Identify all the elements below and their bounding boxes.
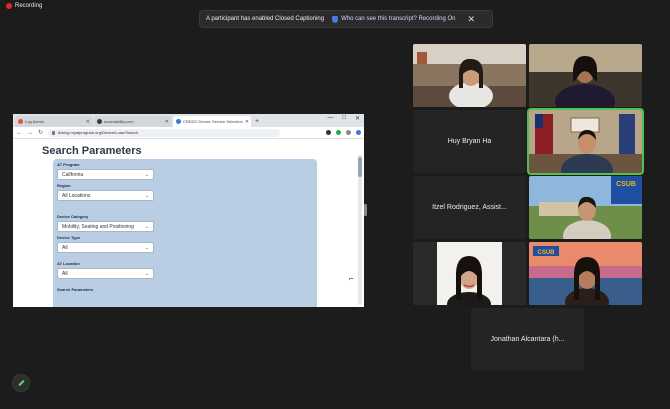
region-select[interactable]: All Locations ⌄ (57, 190, 154, 201)
favicon-icon (176, 119, 181, 124)
transcript-info-label: Who can see this transcript? Recording O… (341, 16, 456, 22)
mouse-cursor-icon: ⌐ (349, 274, 354, 283)
extension-icons (326, 130, 361, 135)
chevron-down-icon: ⌄ (144, 192, 149, 199)
record-dot-icon (6, 3, 12, 9)
recording-label: Recording (15, 3, 43, 9)
closed-caption-banner: A participant has enabled Closed Caption… (199, 10, 493, 28)
participant-video-tile-active-speaker[interactable] (527, 108, 644, 175)
participant-video: CSUB (529, 176, 642, 239)
field-label: Region (57, 183, 71, 188)
participant-name: Itzel Rodriguez, Assist... (432, 204, 507, 211)
recording-indicator[interactable]: Recording (6, 3, 42, 9)
chevron-down-icon: ⌄ (144, 171, 149, 178)
close-tab-icon[interactable]: ✕ (245, 119, 249, 125)
url-text: ticking.myatprogram.org/Device/Loan/Sear… (58, 130, 139, 135)
browser-tab-label: Log Admin (25, 119, 44, 124)
participant-video-tile[interactable] (413, 44, 526, 107)
select-value: Mobility, Seating and Positioning (62, 223, 134, 230)
split-view-handle[interactable] (364, 204, 367, 216)
shared-screen[interactable]: Log Admin ✕ accessibility.com ✕ CREDO De… (13, 114, 364, 307)
lock-icon (52, 130, 56, 135)
select-value: All (62, 270, 68, 277)
select-value: All (62, 244, 68, 251)
meeting-window: Recording A participant has enabled Clos… (0, 0, 670, 409)
close-tab-icon[interactable]: ✕ (165, 119, 169, 125)
window-controls: — □ ✕ (327, 115, 360, 122)
participant-video (413, 242, 526, 305)
participant-name-tile[interactable]: Itzel Rodriguez, Assist... (413, 176, 526, 239)
at-program-select[interactable]: California ⌄ (57, 169, 154, 180)
caption-message: A participant has enabled Closed Caption… (206, 16, 325, 22)
participant-video (413, 44, 526, 107)
transcript-info-link[interactable]: Who can see this transcript? Recording O… (332, 15, 456, 23)
scrollbar-thumb[interactable] (358, 157, 362, 177)
participant-name-tile[interactable]: Jonathan Alcantara (h... (471, 308, 584, 371)
participant-video: CSUB (529, 242, 642, 305)
browser-tab[interactable]: Log Admin ✕ (15, 116, 93, 127)
field-label: Device Category (57, 214, 89, 219)
profile-avatar-icon[interactable] (356, 130, 361, 135)
participant-video-tile[interactable]: CSUB (529, 242, 642, 305)
chevron-down-icon: ⌄ (144, 223, 149, 230)
device-type-select[interactable]: All ⌄ (57, 242, 154, 253)
new-tab-icon[interactable]: + (252, 116, 262, 127)
address-bar: ← → ↻ ticking.myatprogram.org/Device/Loa… (13, 127, 364, 139)
browser-tabstrip: Log Admin ✕ accessibility.com ✕ CREDO De… (13, 114, 364, 127)
participant-name-tile[interactable]: Huy Bryan Ha (413, 110, 526, 173)
extension-icon[interactable] (346, 130, 351, 135)
close-tab-icon[interactable]: ✕ (86, 119, 90, 125)
close-icon[interactable]: ✕ (467, 14, 475, 24)
page-title: Search Parameters (42, 145, 142, 157)
select-value: All Locations (62, 192, 91, 199)
browser-tab-active[interactable]: CREDO Device Service Selection ✕ (173, 116, 251, 127)
extension-icon[interactable] (336, 130, 341, 135)
field-label: AT Program (57, 162, 80, 167)
participant-video-tile[interactable] (413, 242, 526, 305)
minimize-icon[interactable]: — (327, 115, 333, 122)
browser-tab-label: accessibility.com (104, 119, 134, 124)
extension-icon[interactable] (326, 130, 331, 135)
background-logo: CSUB (537, 250, 555, 256)
background-logo: CSUB (616, 181, 636, 188)
participant-video (529, 44, 642, 107)
participant-video (529, 110, 642, 173)
search-form-panel: AT Program California ⌄ Region All Locat… (53, 159, 317, 307)
chevron-down-icon: ⌄ (144, 244, 149, 251)
back-icon[interactable]: ← (16, 130, 22, 136)
favicon-icon (97, 119, 102, 124)
pencil-annotate-icon[interactable] (12, 374, 30, 392)
participant-name: Huy Bryan Ha (447, 138, 492, 145)
device-category-select[interactable]: Mobility, Seating and Positioning ⌄ (57, 221, 154, 232)
browser-tab-label: CREDO Device Service Selection (183, 119, 243, 124)
at-location-select[interactable]: All ⌄ (57, 268, 154, 279)
shield-icon (332, 15, 339, 23)
url-field[interactable]: ticking.myatprogram.org/Device/Loan/Sear… (48, 128, 281, 137)
reload-icon[interactable]: ↻ (38, 129, 43, 136)
maximize-icon[interactable]: □ (342, 115, 346, 122)
browser-tab[interactable]: accessibility.com ✕ (94, 116, 172, 127)
chevron-down-icon: ⌄ (144, 270, 149, 277)
field-label: Device Type (57, 235, 81, 240)
participant-video-tile[interactable] (529, 44, 642, 107)
close-window-icon[interactable]: ✕ (355, 115, 360, 122)
select-value: California (62, 171, 84, 178)
section-label: Search Parameters (57, 287, 94, 292)
web-page: Search Parameters AT Program California … (13, 139, 364, 307)
forward-icon[interactable]: → (27, 130, 33, 136)
field-label: AT Location (57, 261, 80, 266)
participant-video-tile[interactable]: CSUB (529, 176, 642, 239)
favicon-icon (18, 119, 23, 124)
participant-name: Jonathan Alcantara (h... (490, 336, 565, 343)
page-scrollbar[interactable] (358, 155, 362, 305)
